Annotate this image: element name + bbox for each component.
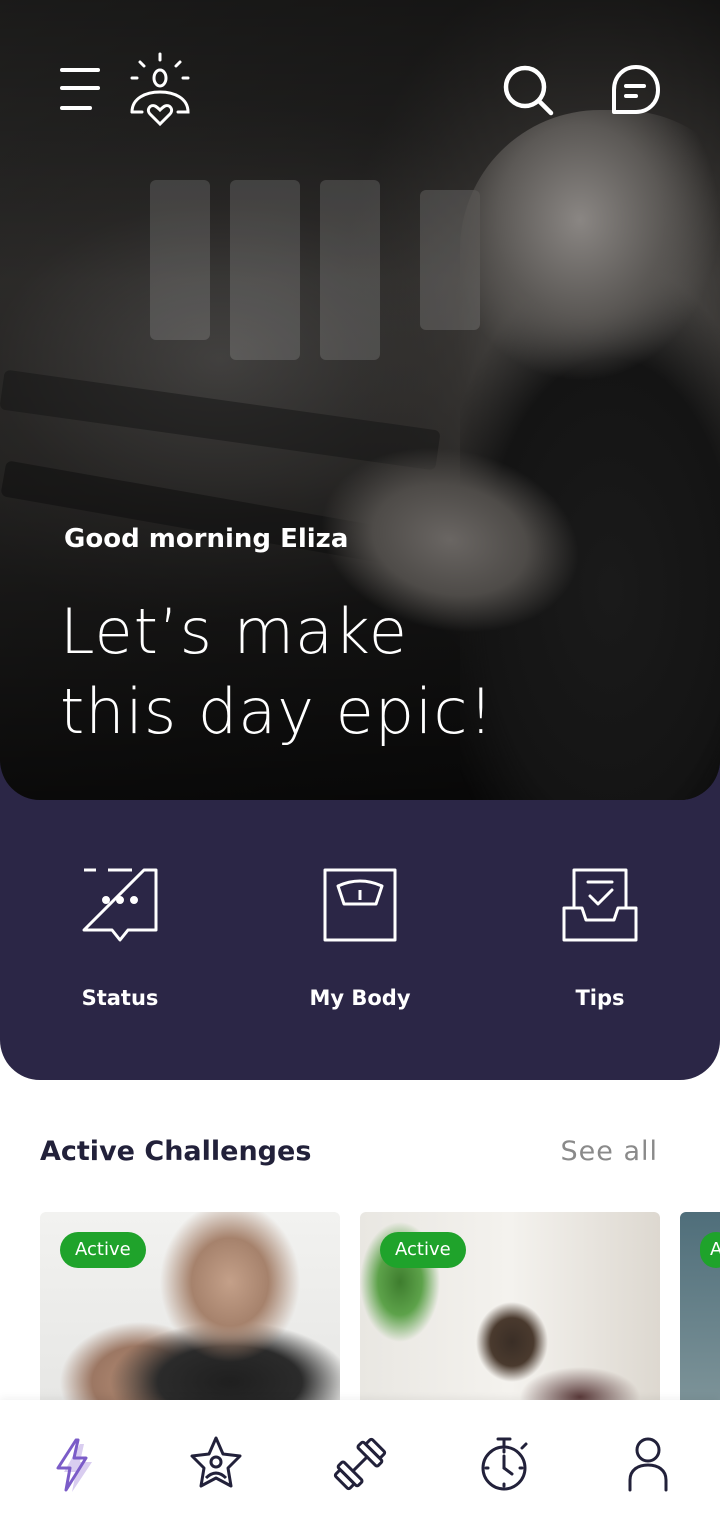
greeting-text: Good morning Eliza (64, 524, 349, 554)
star-person-icon[interactable] (186, 1434, 246, 1494)
hero-headline-line1: Let’s make (60, 595, 408, 668)
lightning-icon[interactable] (42, 1434, 102, 1494)
challenge-card[interactable]: Active (40, 1212, 340, 1412)
status-badge: Active (60, 1232, 146, 1268)
menu-icon[interactable] (58, 66, 102, 114)
quick-action-label: Status (81, 986, 159, 1010)
status-chat-icon (82, 868, 158, 942)
section-title: Active Challenges (40, 1136, 312, 1167)
background-window (150, 180, 210, 340)
see-all-link[interactable]: See all (561, 1136, 659, 1167)
challenge-card[interactable]: A (680, 1212, 720, 1412)
quick-action-label: My Body (309, 986, 411, 1010)
hero-headline-line2: this day epic! (60, 675, 495, 748)
status-badge: A (700, 1232, 720, 1268)
logo-sun-heart-icon (130, 52, 190, 127)
bottom-nav (0, 1400, 720, 1520)
stopwatch-icon[interactable] (474, 1434, 534, 1494)
tips-tray-icon (562, 868, 638, 942)
quick-action-my-body[interactable]: My Body (240, 864, 480, 1024)
quick-action-status[interactable]: Status (0, 864, 240, 1024)
challenge-card[interactable]: Active (360, 1212, 660, 1412)
status-badge: Active (380, 1232, 466, 1268)
search-icon[interactable] (500, 62, 556, 118)
hero-headline: Let’s make this day epic! (60, 592, 680, 752)
chat-icon[interactable] (608, 62, 664, 118)
scale-icon (323, 868, 397, 942)
quick-action-tips[interactable]: Tips (480, 864, 720, 1024)
profile-icon[interactable] (618, 1434, 678, 1494)
top-bar (0, 0, 720, 180)
background-window (320, 180, 380, 360)
quick-action-label: Tips (575, 986, 625, 1010)
dumbbell-icon[interactable] (330, 1434, 390, 1494)
background-window (230, 180, 300, 360)
